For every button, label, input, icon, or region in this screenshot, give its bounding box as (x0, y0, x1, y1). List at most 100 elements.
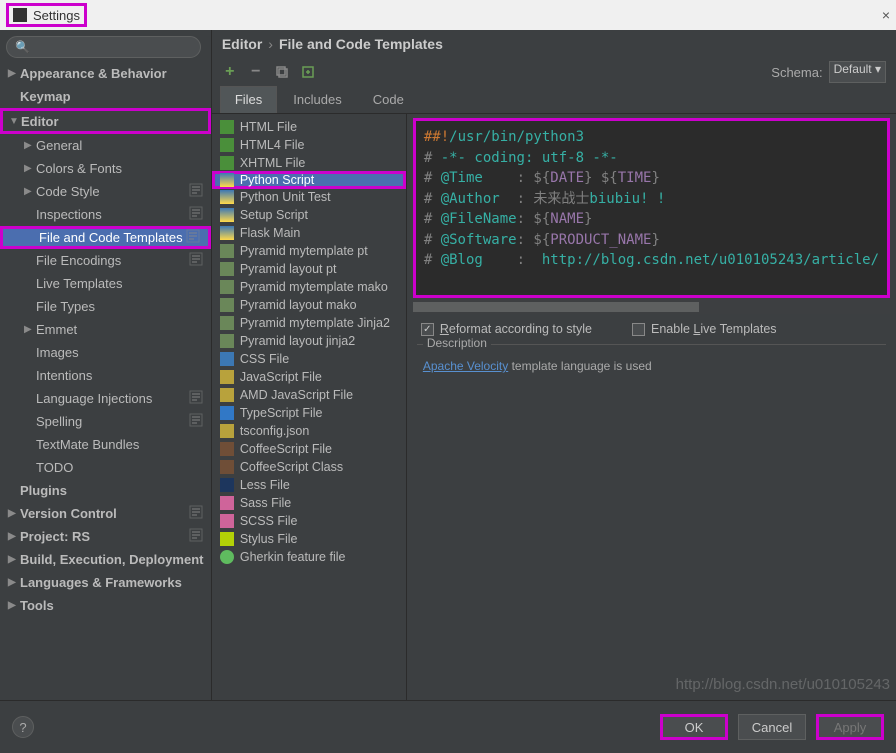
template-item-coffeescript-class[interactable]: CoffeeScript Class (212, 458, 406, 476)
file-type-icon (220, 120, 234, 134)
sidebar-item-languages-frameworks[interactable]: ▶Languages & Frameworks (0, 571, 211, 594)
tab-files[interactable]: Files (220, 86, 277, 113)
sidebar-item-colors-fonts[interactable]: ▶Colors & Fonts (0, 157, 211, 180)
sidebar-item-spelling[interactable]: Spelling (0, 410, 211, 433)
close-icon[interactable]: × (882, 7, 890, 23)
sidebar-item-images[interactable]: Images (0, 341, 211, 364)
sidebar-item-emmet[interactable]: ▶Emmet (0, 318, 211, 341)
sidebar-item-todo[interactable]: TODO (0, 456, 211, 479)
file-type-icon (220, 406, 234, 420)
file-type-icon (220, 550, 234, 564)
file-type-icon (220, 280, 234, 294)
add-icon[interactable]: + (222, 64, 238, 80)
template-item-less-file[interactable]: Less File (212, 476, 406, 494)
file-type-icon (220, 244, 234, 258)
search-input-wrap[interactable]: 🔍 (6, 36, 201, 58)
sidebar-item-build-execution-deployment[interactable]: ▶Build, Execution, Deployment (0, 548, 211, 571)
template-item-label: CoffeeScript File (240, 442, 332, 456)
sidebar-item-label: TODO (36, 460, 211, 475)
project-scope-icon (189, 413, 211, 430)
sidebar-item-live-templates[interactable]: Live Templates (0, 272, 211, 295)
template-item-amd-javascript-file[interactable]: AMD JavaScript File (212, 386, 406, 404)
reformat-checkbox[interactable]: Reformat according to style (421, 322, 592, 336)
project-scope-icon (189, 390, 211, 407)
tree-arrow-icon: ▶ (24, 140, 36, 151)
sidebar-item-intentions[interactable]: Intentions (0, 364, 211, 387)
file-type-icon (220, 496, 234, 510)
template-item-python-unit-test[interactable]: Python Unit Test (212, 188, 406, 206)
template-item-gherkin-feature-file[interactable]: Gherkin feature file (212, 548, 406, 566)
file-type-icon (220, 514, 234, 528)
template-item-pyramid-mytemplate-mako[interactable]: Pyramid mytemplate mako (212, 278, 406, 296)
sidebar-item-editor[interactable]: ▼Editor (0, 108, 211, 134)
template-item-label: Setup Script (240, 208, 308, 222)
template-item-python-script[interactable]: Python Script (212, 171, 406, 189)
template-list[interactable]: HTML File HTML4 FileXHTML FilePython Scri… (212, 114, 407, 700)
template-item-label: Sass File (240, 496, 291, 510)
template-item-html-file[interactable]: HTML File (212, 118, 406, 136)
template-code[interactable]: ##!/usr/bin/python3 # -*- coding: utf-8 … (413, 118, 890, 298)
template-item-typescript-file[interactable]: TypeScript File (212, 404, 406, 422)
tab-code[interactable]: Code (358, 86, 419, 113)
remove-icon[interactable]: − (248, 64, 264, 80)
sidebar-item-language-injections[interactable]: Language Injections (0, 387, 211, 410)
template-item-scss-file[interactable]: SCSS File (212, 512, 406, 530)
sidebar-item-tools[interactable]: ▶Tools (0, 594, 211, 617)
sidebar-item-code-style[interactable]: ▶Code Style (0, 180, 211, 203)
editor-pane: ##!/usr/bin/python3 # -*- coding: utf-8 … (407, 114, 896, 700)
template-item-label: Gherkin feature file (240, 550, 346, 564)
template-item-label: HTML File (240, 120, 297, 134)
template-item-label: Less File (240, 478, 290, 492)
apply-button[interactable]: Apply (816, 714, 884, 740)
copy-icon[interactable] (274, 64, 290, 80)
settings-detail: Editor › File and Code Templates + − Sch… (211, 30, 896, 700)
sidebar-item-file-types[interactable]: File Types (0, 295, 211, 318)
tab-includes[interactable]: Includes (278, 86, 356, 113)
ok-button[interactable]: OK (660, 714, 728, 740)
schema-select[interactable]: Default ▾ (829, 61, 886, 83)
revert-icon[interactable] (300, 64, 316, 80)
template-item-coffeescript-file[interactable]: CoffeeScript File (212, 440, 406, 458)
template-item-setup-script[interactable]: Setup Script (212, 206, 406, 224)
template-item-pyramid-layout-mako[interactable]: Pyramid layout mako (212, 296, 406, 314)
template-item-javascript-file[interactable]: JavaScript File (212, 368, 406, 386)
template-item-pyramid-mytemplate-pt[interactable]: Pyramid mytemplate pt (212, 242, 406, 260)
sidebar-item-version-control[interactable]: ▶Version Control (0, 502, 211, 525)
template-item-stylus-file[interactable]: Stylus File (212, 530, 406, 548)
template-item-pyramid-layout-pt[interactable]: Pyramid layout pt (212, 260, 406, 278)
template-item-sass-file[interactable]: Sass File (212, 494, 406, 512)
cancel-button[interactable]: Cancel (738, 714, 806, 740)
sidebar-item-label: Spelling (36, 414, 189, 429)
template-item-flask-main[interactable]: Flask Main (212, 224, 406, 242)
template-item-html4-file[interactable]: HTML4 File (212, 136, 406, 154)
template-item-pyramid-layout-jinja2[interactable]: Pyramid layout jinja2 (212, 332, 406, 350)
help-button[interactable]: ? (12, 716, 34, 738)
sidebar-item-general[interactable]: ▶General (0, 134, 211, 157)
sidebar-item-label: Languages & Frameworks (20, 575, 211, 590)
file-type-icon (220, 478, 234, 492)
tree-arrow-icon: ▶ (8, 68, 20, 79)
template-item-xhtml-file[interactable]: XHTML File (212, 154, 406, 172)
sidebar-item-plugins[interactable]: Plugins (0, 479, 211, 502)
sidebar-item-project-rs[interactable]: ▶Project: RS (0, 525, 211, 548)
sidebar-item-keymap[interactable]: Keymap (0, 85, 211, 108)
template-item-label: CoffeeScript Class (240, 460, 343, 474)
apache-velocity-link[interactable]: Apache Velocity (423, 359, 508, 373)
search-input[interactable] (34, 40, 192, 54)
sidebar-item-textmate-bundles[interactable]: TextMate Bundles (0, 433, 211, 456)
sidebar-item-file-and-code-templates[interactable]: File and Code Templates (0, 226, 211, 249)
horizontal-scrollbar[interactable] (413, 300, 890, 314)
template-item-css-file[interactable]: CSS File (212, 350, 406, 368)
enable-live-templates-checkbox[interactable]: Enable Live Templates (632, 322, 777, 336)
tree-arrow-icon: ▶ (8, 508, 20, 519)
sidebar-item-label: Code Style (36, 184, 189, 199)
template-item-pyramid-mytemplate-jinja2[interactable]: Pyramid mytemplate Jinja2 (212, 314, 406, 332)
sidebar-item-label: Colors & Fonts (36, 161, 211, 176)
tree-arrow-icon: ▶ (8, 600, 20, 611)
tabs: FilesIncludesCode (212, 86, 896, 114)
sidebar-item-appearance-behavior[interactable]: ▶Appearance & Behavior (0, 62, 211, 85)
template-item-label: Pyramid layout mako (240, 298, 357, 312)
sidebar-item-inspections[interactable]: Inspections (0, 203, 211, 226)
sidebar-item-file-encodings[interactable]: File Encodings (0, 249, 211, 272)
template-item-tsconfig-json[interactable]: tsconfig.json (212, 422, 406, 440)
